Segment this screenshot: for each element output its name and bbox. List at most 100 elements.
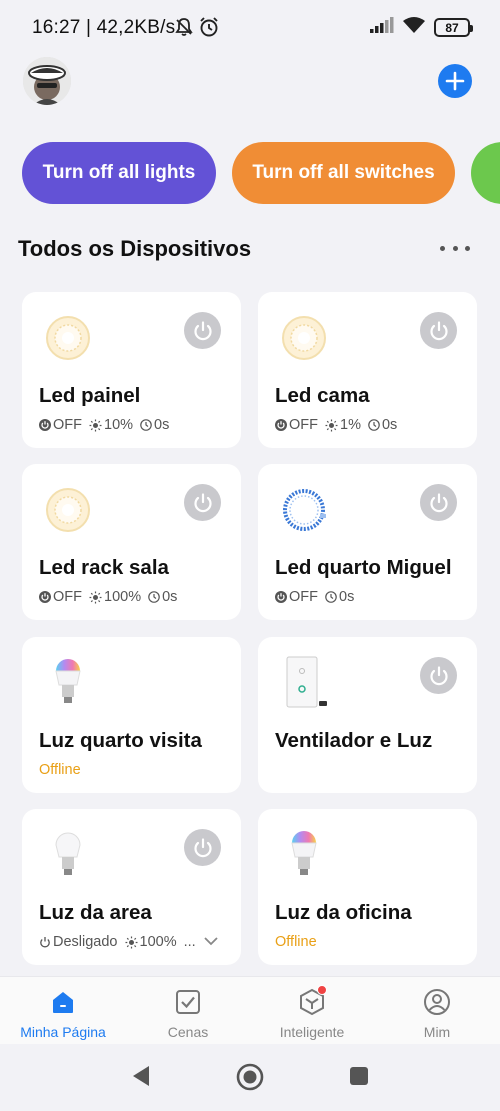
device-timer: 0s <box>381 417 398 433</box>
power-icon <box>429 492 448 512</box>
device-card[interactable]: Luz da oficina Offline <box>258 809 477 965</box>
device-name: Luz quarto visita <box>39 729 202 752</box>
device-status: OFF 1% 0s <box>275 417 397 433</box>
more-options-icon[interactable] <box>440 236 470 260</box>
power-icon <box>193 320 212 340</box>
bottom-navigation: Minha Página Cenas Inteligente Mim <box>0 976 500 1044</box>
device-state: OFF <box>289 589 318 605</box>
device-timer: 0s <box>154 417 170 433</box>
user-avatar[interactable] <box>23 57 71 105</box>
power-status-icon <box>275 591 287 603</box>
wifi-icon <box>402 16 426 39</box>
device-card[interactable]: Led quarto Miguel OFF 0s <box>258 464 477 620</box>
device-name: Luz da oficina <box>275 901 412 924</box>
nav-inteligente[interactable]: Inteligente <box>252 985 372 1040</box>
device-state: OFF <box>53 417 82 433</box>
scenes-checkbox-icon <box>173 987 203 1017</box>
power-button[interactable] <box>184 484 221 521</box>
device-card[interactable]: Ventilador e Luz <box>258 637 477 793</box>
offline-status: Offline <box>39 762 81 778</box>
device-card[interactable]: Led painel OFF 10% 0s <box>22 292 241 448</box>
device-brightness: 100% <box>104 589 142 605</box>
quick-actions-row: Turn off all lights Turn off all switche… <box>0 142 500 204</box>
device-brightness: 1% <box>340 417 361 433</box>
nav-minha-pagina[interactable]: Minha Página <box>3 987 123 1040</box>
device-name: Led quarto Miguel <box>275 556 452 579</box>
timer-icon <box>140 419 152 431</box>
plus-icon <box>445 71 465 91</box>
wall-switch-icon <box>278 656 330 709</box>
nav-label: Cenas <box>167 1024 209 1040</box>
timer-icon <box>148 591 160 603</box>
power-outline-icon <box>40 937 50 948</box>
power-icon <box>193 492 212 512</box>
turn-off-all-lights-button[interactable]: Turn off all lights <box>22 142 216 204</box>
system-navigation-bar <box>0 1044 500 1111</box>
rgb-bulb-icon <box>278 829 330 881</box>
turn-off-all-switches-button[interactable]: Turn off all switches <box>232 142 455 204</box>
device-status: OFF 100% 0s <box>39 589 177 605</box>
chevron-down-icon[interactable] <box>203 934 219 950</box>
device-state: OFF <box>53 589 82 605</box>
home-icon <box>48 987 78 1017</box>
power-status-icon <box>275 419 287 431</box>
round-led-panel-icon <box>42 312 94 364</box>
device-name: Luz da area <box>39 901 152 924</box>
device-state: Desligado <box>53 934 118 950</box>
power-button[interactable] <box>184 829 221 866</box>
power-status-icon <box>39 419 51 431</box>
more-indicator: ... <box>183 934 196 950</box>
round-led-panel-icon <box>42 484 94 536</box>
device-brightness: 10% <box>104 417 134 433</box>
nav-cenas[interactable]: Cenas <box>128 987 248 1040</box>
timer-icon <box>325 591 337 603</box>
nav-mim[interactable]: Mim <box>377 987 497 1040</box>
status-time-speed: 16:27 | 42,2KB/s <box>32 17 176 38</box>
device-name: Led cama <box>275 384 370 407</box>
add-device-button[interactable] <box>438 64 472 98</box>
power-button[interactable] <box>184 312 221 349</box>
device-card[interactable]: Luz da area Desligado 100% ... <box>22 809 241 965</box>
device-card[interactable]: Luz quarto visita Offline <box>22 637 241 793</box>
white-bulb-icon <box>42 829 94 881</box>
device-card[interactable]: Led cama OFF 1% 0s <box>258 292 477 448</box>
device-status: Desligado 100% ... <box>39 934 219 950</box>
power-icon <box>429 320 448 340</box>
nav-label: Mim <box>423 1024 451 1040</box>
device-card[interactable]: Led rack sala OFF 100% 0s <box>22 464 241 620</box>
led-strip-icon <box>278 484 330 536</box>
device-name: Led painel <box>39 384 141 407</box>
timer-icon <box>368 419 380 431</box>
alarm-icon <box>198 16 220 43</box>
power-status-icon <box>39 591 51 603</box>
mute-bell-icon <box>174 17 194 42</box>
power-button[interactable] <box>420 657 457 694</box>
battery-indicator: 87 <box>434 18 473 37</box>
rgb-bulb-icon <box>42 657 94 709</box>
brightness-icon <box>89 591 102 603</box>
profile-icon <box>422 987 452 1017</box>
signal-icon <box>370 17 394 38</box>
device-state: OFF <box>289 417 318 433</box>
home-circle-icon[interactable] <box>236 1063 264 1096</box>
device-timer: 0s <box>339 589 355 605</box>
power-button[interactable] <box>420 484 457 521</box>
back-icon[interactable] <box>130 1064 152 1093</box>
round-led-panel-icon <box>278 312 330 364</box>
quick-action-button[interactable] <box>471 142 500 204</box>
device-name: Led rack sala <box>39 556 169 579</box>
smart-cube-icon <box>297 985 327 1017</box>
nav-label: Minha Página <box>20 1024 106 1040</box>
recents-icon[interactable] <box>349 1066 369 1091</box>
device-status: OFF 0s <box>275 589 354 605</box>
offline-status: Offline <box>275 934 317 950</box>
power-button[interactable] <box>420 312 457 349</box>
device-timer: 0s <box>162 589 178 605</box>
brightness-icon <box>89 419 102 431</box>
brightness-icon <box>325 419 338 431</box>
device-name: Ventilador e Luz <box>275 729 433 752</box>
device-brightness: 100% <box>139 934 177 950</box>
status-bar: 16:27 | 42,2KB/s 87 <box>0 0 500 56</box>
device-status: OFF 10% 0s <box>39 417 169 433</box>
brightness-icon <box>125 936 137 948</box>
